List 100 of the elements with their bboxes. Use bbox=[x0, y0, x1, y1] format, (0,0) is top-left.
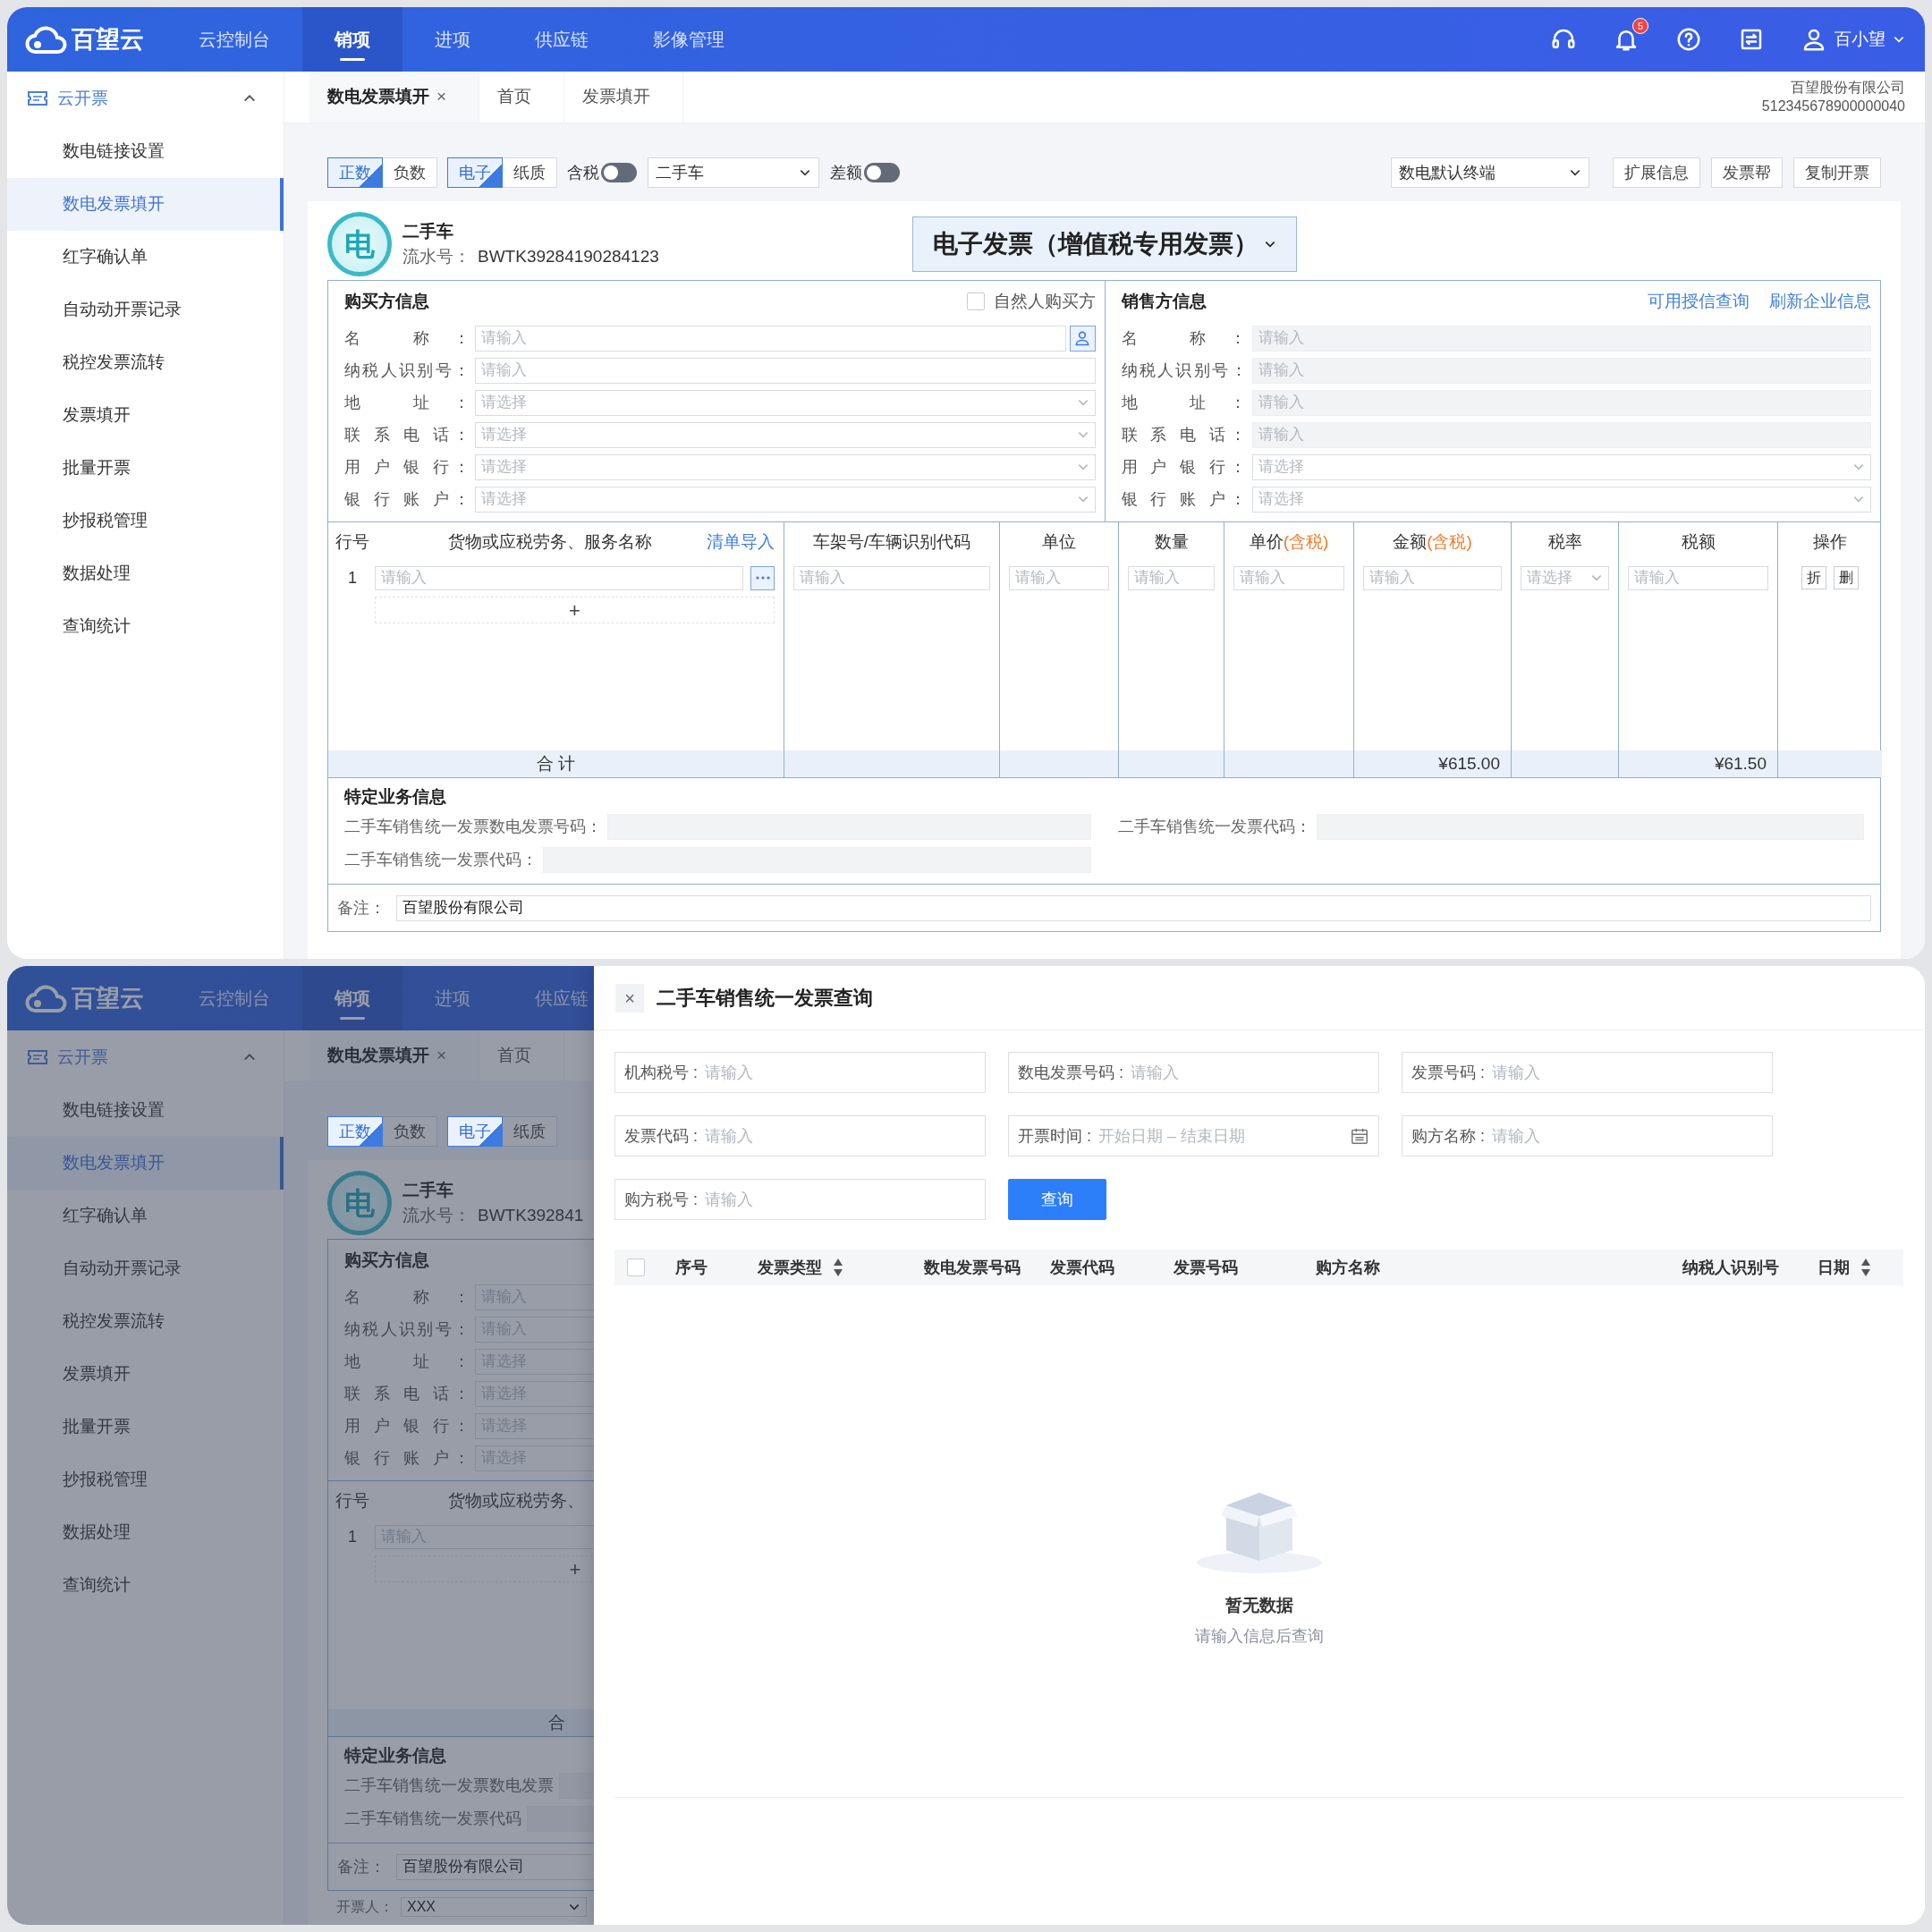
nav-tab[interactable]: 销项 bbox=[302, 966, 402, 1030]
sidebar-item[interactable]: 批量开票 bbox=[7, 442, 284, 495]
page-tab[interactable]: 首页 bbox=[479, 72, 565, 123]
add-row-button[interactable]: + bbox=[375, 1555, 594, 1582]
sidebar-item[interactable]: 抄报税管理 bbox=[7, 1453, 284, 1506]
sidebar-item[interactable]: 税控发票流转 bbox=[7, 1295, 284, 1348]
column-header[interactable]: 发票类型 bbox=[749, 1255, 915, 1280]
segment-option[interactable]: 正数 bbox=[327, 157, 383, 188]
row-number: 1 bbox=[347, 1526, 358, 1547]
segment-option[interactable]: 纸质 bbox=[502, 1116, 557, 1147]
checkbox[interactable] bbox=[627, 1258, 645, 1276]
sidebar-item[interactable]: 批量开票 bbox=[7, 1401, 284, 1453]
sidebar-item[interactable]: 税控发票流转 bbox=[7, 336, 284, 389]
close-button[interactable]: × bbox=[615, 983, 644, 1013]
input-field[interactable]: 发票号码 : 请输入 bbox=[1402, 1052, 1773, 1093]
input-field[interactable]: 百望股份有限公司 bbox=[396, 1853, 594, 1880]
cloud-logo-icon bbox=[25, 983, 68, 1013]
column-header: 单位 bbox=[1042, 530, 1076, 553]
toolbar-button[interactable]: 扩展信息 bbox=[1613, 157, 1700, 188]
sort-icon[interactable] bbox=[833, 1258, 843, 1277]
sidebar-item[interactable]: 查询统计 bbox=[7, 1559, 284, 1612]
sort-icon[interactable] bbox=[1860, 1258, 1871, 1277]
column-header: 发票代码 bbox=[1049, 1257, 1115, 1278]
input-field[interactable]: 购方税号 : 请输入 bbox=[614, 1179, 986, 1220]
field-label: 二手车销售统一发票数电发票号码： bbox=[344, 817, 602, 837]
add-row-button[interactable]: + bbox=[375, 597, 775, 623]
sidebar-item[interactable]: 数据处理 bbox=[7, 547, 284, 600]
drawer-title: 二手车销售统一发票查询 bbox=[657, 986, 873, 1011]
more-button[interactable] bbox=[750, 565, 775, 590]
help-icon[interactable] bbox=[1675, 26, 1702, 53]
toolbar-button[interactable]: 发票帮 bbox=[1711, 157, 1783, 188]
search-button[interactable]: 查询 bbox=[1008, 1179, 1106, 1220]
field-label: 联 系 电 话： bbox=[344, 1383, 470, 1404]
input-field[interactable]: 数电发票号码 : 请输入 bbox=[1008, 1052, 1379, 1093]
menu-group-title[interactable]: 云开票 bbox=[57, 1044, 108, 1071]
segment-option[interactable]: 电子 bbox=[447, 157, 503, 188]
sidebar-item[interactable]: 红字确认单 bbox=[7, 231, 284, 284]
input-field[interactable]: 百望股份有限公司 bbox=[396, 894, 1871, 921]
close-button[interactable]: × bbox=[436, 84, 447, 110]
row-action-button[interactable]: 删 bbox=[1834, 566, 1859, 589]
nav-tab[interactable]: 供应链 bbox=[503, 7, 621, 72]
segment-option[interactable]: 正数 bbox=[327, 1116, 383, 1147]
segment-option[interactable]: 电子 bbox=[447, 1116, 503, 1147]
checkbox[interactable] bbox=[966, 292, 985, 310]
row-action-button[interactable]: 折 bbox=[1801, 566, 1826, 589]
field-label: 备注： bbox=[337, 1856, 386, 1877]
invoice-title-dropdown[interactable]: 电子发票（增值税专用发票） bbox=[911, 216, 1297, 272]
input-field[interactable]: 开票时间 : 开始日期 – 结束日期 bbox=[1008, 1115, 1379, 1157]
sidebar-item[interactable]: 红字确认单 bbox=[7, 1190, 284, 1242]
page-tab[interactable]: 数电发票填开 × bbox=[309, 1030, 480, 1081]
menu-group-title[interactable]: 云开票 bbox=[57, 85, 108, 112]
select-field[interactable]: 数电默认终端 bbox=[1391, 157, 1589, 188]
column-header[interactable]: 日期 bbox=[1809, 1255, 1902, 1280]
sidebar-item[interactable]: 数电链接设置 bbox=[7, 1084, 284, 1137]
invoice-type-badge: 电 bbox=[327, 1171, 392, 1235]
user-name[interactable]: 百小望 bbox=[1835, 26, 1885, 53]
select-field[interactable]: 二手车 bbox=[648, 157, 819, 188]
field-label: 地 址： bbox=[344, 1351, 470, 1372]
import-link[interactable]: 清单导入 bbox=[707, 529, 775, 555]
input-field: 请输入 bbox=[1251, 389, 1871, 416]
segment-option[interactable]: 纸质 bbox=[502, 157, 557, 188]
toggle-switch[interactable] bbox=[601, 163, 637, 182]
sidebar-item[interactable]: 自动动开票记录 bbox=[7, 1242, 284, 1295]
close-button[interactable]: × bbox=[436, 1043, 447, 1069]
sidebar-item[interactable]: 数据处理 bbox=[7, 1506, 284, 1559]
field-label: 用 户 银 行： bbox=[344, 456, 470, 478]
field-label: 名 称： bbox=[344, 1286, 470, 1308]
input-field[interactable]: 机构税号 : 请输入 bbox=[614, 1052, 986, 1093]
page-tab[interactable]: 发票填开 bbox=[564, 72, 684, 123]
toolbar-button[interactable]: 复制开票 bbox=[1793, 157, 1881, 188]
nav-tab[interactable]: 销项 bbox=[302, 7, 402, 72]
nav-tab[interactable]: 云控制台 bbox=[166, 966, 302, 1030]
select-field[interactable]: XXX bbox=[401, 1897, 587, 1917]
sidebar-item[interactable]: 抄报税管理 bbox=[7, 495, 284, 547]
page-tab[interactable]: 首页 bbox=[479, 1030, 565, 1081]
sidebar-item[interactable]: 数电发票填开 bbox=[7, 178, 284, 231]
nav-tab[interactable]: 供应链 bbox=[503, 966, 594, 1030]
sidebar-item[interactable]: 数电发票填开 bbox=[7, 1137, 284, 1190]
contact-button[interactable] bbox=[1069, 325, 1096, 352]
nav-tab[interactable]: 进项 bbox=[402, 966, 503, 1030]
field-label: 二手车销售统一发票代码： bbox=[1117, 817, 1311, 837]
toggle-switch[interactable] bbox=[864, 163, 900, 182]
nav-tab[interactable]: 云控制台 bbox=[166, 7, 302, 72]
sidebar-item[interactable]: 数电链接设置 bbox=[7, 125, 284, 178]
link[interactable]: 可用授信查询 bbox=[1648, 288, 1750, 315]
segment-option[interactable]: 负数 bbox=[382, 1116, 437, 1147]
nav-tab[interactable]: 进项 bbox=[402, 7, 503, 72]
link[interactable]: 刷新企业信息 bbox=[1769, 288, 1871, 315]
nav-tab[interactable]: 影像管理 bbox=[621, 7, 757, 72]
sidebar-item[interactable]: 发票填开 bbox=[7, 1348, 284, 1401]
input-field[interactable]: 发票代码 : 请输入 bbox=[614, 1115, 986, 1157]
sidebar-item[interactable]: 发票填开 bbox=[7, 389, 284, 442]
column-header: 行号 bbox=[335, 1489, 369, 1512]
segment-option[interactable]: 负数 bbox=[382, 157, 437, 188]
sidebar-item[interactable]: 查询统计 bbox=[7, 600, 284, 653]
page-tab[interactable]: 数电发票填开 × bbox=[309, 72, 480, 123]
sidebar-item[interactable]: 自动动开票记录 bbox=[7, 284, 284, 336]
input-field[interactable]: 购方名称 : 请输入 bbox=[1402, 1115, 1773, 1157]
notification-badge: 5 bbox=[1632, 18, 1648, 34]
field-label: 纳税人识别号： bbox=[344, 360, 470, 381]
